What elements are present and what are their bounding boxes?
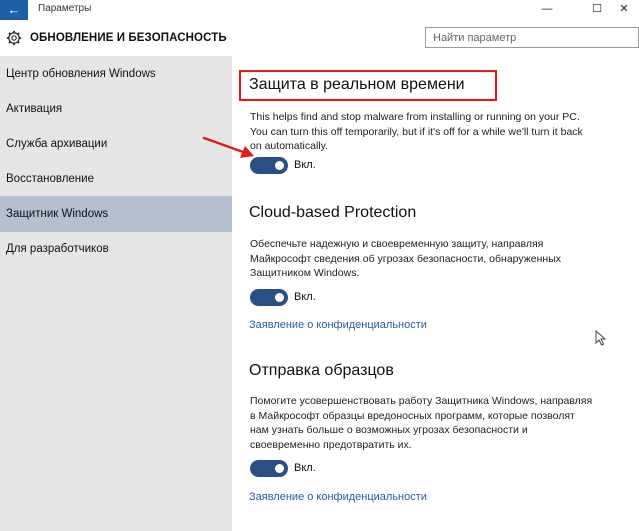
- sidebar: Центр обновления Windows Активация Служб…: [0, 56, 232, 531]
- cloud-toggle-label: Вкл.: [294, 291, 316, 303]
- title-bar: ← Параметры — ☐ ✕: [0, 0, 639, 20]
- toggle-knob: [275, 161, 284, 170]
- main-content: Защита в реальном времени This helps fin…: [232, 56, 639, 531]
- cloud-description: Обеспечьте надежную и своевременную защи…: [250, 238, 562, 279]
- search-input[interactable]: [426, 28, 616, 48]
- page-title: ОБНОВЛЕНИЕ И БЕЗОПАСНОСТЬ: [30, 32, 227, 44]
- samples-toggle-label: Вкл.: [294, 462, 316, 474]
- sidebar-item-recovery[interactable]: Восстановление: [0, 161, 232, 197]
- sidebar-item-windows-defender[interactable]: Защитник Windows: [0, 196, 232, 232]
- samples-privacy-link[interactable]: Заявление о конфиденциальности: [249, 491, 427, 503]
- sidebar-item-backup[interactable]: Служба архивации: [0, 126, 232, 162]
- cloud-toggle[interactable]: [250, 289, 288, 306]
- mouse-cursor-icon: [595, 330, 607, 346]
- sidebar-item-developers[interactable]: Для разработчиков: [0, 231, 232, 267]
- samples-title: Отправка образцов: [249, 362, 394, 379]
- realtime-title: Защита в реальном времени: [249, 76, 465, 93]
- window-title: Параметры: [38, 3, 92, 14]
- search-box[interactable]: [425, 27, 639, 48]
- back-button[interactable]: ←: [0, 0, 28, 20]
- gear-icon: [6, 30, 22, 46]
- samples-toggle[interactable]: [250, 460, 288, 477]
- realtime-toggle-label: Вкл.: [294, 159, 316, 171]
- maximize-button[interactable]: ☐: [582, 0, 612, 20]
- red-arrow-icon: [202, 136, 254, 158]
- realtime-description: This helps find and stop malware from in…: [250, 111, 583, 152]
- minimize-button[interactable]: —: [532, 0, 562, 20]
- toggle-knob: [275, 464, 284, 473]
- sidebar-item-activation[interactable]: Активация: [0, 91, 232, 127]
- close-button[interactable]: ✕: [609, 0, 639, 20]
- cloud-privacy-link[interactable]: Заявление о конфиденциальности: [249, 319, 427, 331]
- samples-description: Помогите усовершенствовать работу Защитн…: [250, 395, 593, 451]
- cloud-title: Cloud-based Protection: [249, 204, 417, 221]
- toggle-knob: [275, 293, 284, 302]
- sidebar-item-windows-update[interactable]: Центр обновления Windows: [0, 56, 232, 92]
